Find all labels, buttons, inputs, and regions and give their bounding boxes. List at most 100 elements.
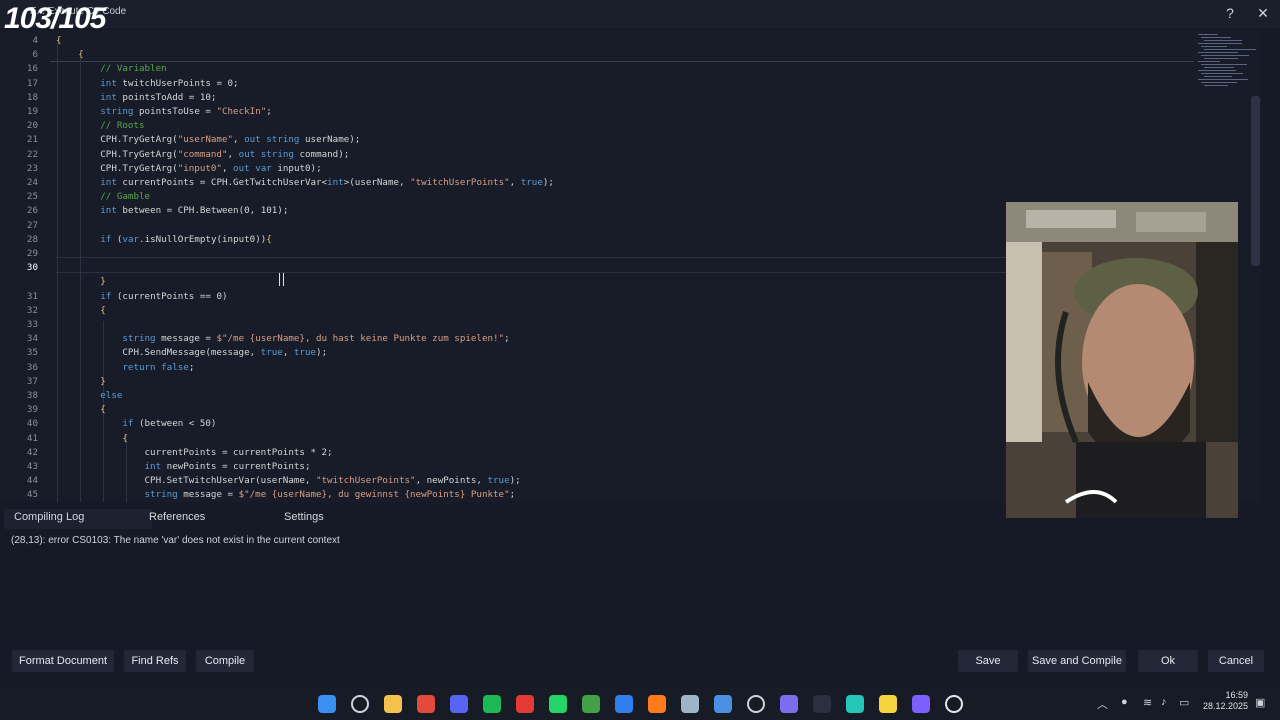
code-text: int between = CPH.Between(0, 101);: [100, 205, 289, 217]
minimap-line: [1204, 40, 1242, 41]
tab-settings[interactable]: Settings: [284, 509, 324, 529]
line-number: 25: [26, 191, 38, 203]
ok-button[interactable]: Ok: [1138, 650, 1198, 672]
minimap-line: [1204, 58, 1238, 59]
windows-start-icon[interactable]: [318, 695, 336, 713]
minimap[interactable]: [1190, 30, 1256, 90]
line-number: 27: [26, 219, 38, 231]
vertical-scrollbar[interactable]: [1251, 96, 1260, 266]
close-button[interactable]: ✕: [1253, 4, 1273, 22]
clock-time: 16:59: [1225, 690, 1248, 700]
line-number: 33: [26, 319, 38, 330]
code-text: string pointsToUse = "CheckIn";: [100, 106, 272, 117]
compile-button[interactable]: Compile: [196, 650, 254, 672]
app-green-icon[interactable]: [582, 695, 600, 713]
system-clock[interactable]: 16:59 28.12.2025: [1196, 690, 1248, 712]
code-line[interactable]: 23 CPH.TryGetArg("input0", out var input…: [0, 162, 1240, 176]
microphone-icon[interactable]: ●: [1121, 696, 1128, 708]
code-line[interactable]: 6 {: [0, 48, 1240, 62]
minimap-line: [1198, 70, 1236, 71]
app-purple-icon[interactable]: [912, 695, 930, 713]
tab-compiling-log[interactable]: Compiling Log: [4, 509, 152, 529]
app-dark-icon[interactable]: [813, 695, 831, 713]
line-number: 19: [26, 106, 38, 117]
steam-icon[interactable]: [681, 695, 699, 713]
whatsapp-icon[interactable]: [549, 695, 567, 713]
save-button[interactable]: Save: [958, 650, 1018, 672]
code-text: currentPoints = currentPoints * 2;: [56, 446, 333, 458]
line-number: 38: [26, 390, 38, 401]
spotify-icon[interactable]: [483, 695, 501, 713]
action-bar: Format Document Find Refs Compile Save S…: [0, 646, 1280, 678]
code-line[interactable]: 4{: [0, 34, 1240, 48]
code-line[interactable]: 16 // Variablen: [0, 62, 1240, 76]
streamer-bot-icon[interactable]: [780, 695, 798, 713]
code-line[interactable]: 19 string pointsToUse = "CheckIn";: [0, 105, 1240, 119]
app-blue-icon[interactable]: [714, 695, 732, 713]
obs-icon[interactable]: [747, 695, 765, 713]
code-text: {: [78, 49, 84, 61]
line-number: 41: [26, 432, 38, 444]
wifi-icon[interactable]: ≋: [1143, 696, 1152, 709]
tab-references[interactable]: References: [149, 509, 205, 529]
app-teal-icon[interactable]: [846, 695, 864, 713]
minimap-line: [1204, 67, 1234, 68]
line-number: 36: [26, 361, 38, 373]
compile-error-message: (28,13): error CS0103: The name 'var' do…: [11, 535, 340, 546]
save-and-compile-button[interactable]: Save and Compile: [1028, 650, 1126, 672]
minimap-line: [1198, 34, 1218, 35]
app-red-icon[interactable]: [516, 695, 534, 713]
code-line[interactable]: 24 int currentPoints = CPH.GetTwitchUser…: [0, 176, 1240, 190]
sticky-notes-icon[interactable]: [879, 695, 897, 713]
code-text: // Variablen: [100, 63, 167, 75]
line-number: 30: [26, 262, 38, 274]
line-number: 34: [26, 333, 38, 345]
file-explorer-icon[interactable]: [384, 695, 402, 713]
vscode-icon[interactable]: [615, 695, 633, 713]
line-number: 26: [26, 205, 38, 217]
code-text: CPH.TryGetArg("input0", out var input0);: [56, 162, 322, 174]
format-document-button[interactable]: Format Document: [12, 650, 114, 672]
chrome-icon[interactable]: [417, 695, 435, 713]
line-number: 23: [26, 162, 38, 174]
line-number: 44: [26, 475, 38, 487]
code-text: }: [100, 276, 106, 288]
code-text: int twitchUserPoints = 0;: [100, 77, 239, 89]
battery-icon[interactable]: ▭: [1179, 696, 1189, 709]
search-icon[interactable]: [351, 695, 369, 713]
notification-icon[interactable]: ▣: [1255, 696, 1265, 709]
code-line[interactable]: 21 CPH.TryGetArg("userName", out string …: [0, 133, 1240, 147]
code-text: if (currentPoints == 0): [100, 290, 228, 302]
code-text: CPH.TryGetArg("userName", out string use…: [56, 134, 361, 146]
code-text: {: [100, 304, 106, 316]
taskbar: ︿ ● ≋ ♪ ▭ 16:59 28.12.2025 ▣: [0, 686, 1280, 720]
code-line[interactable]: 22 CPH.TryGetArg("command", out string c…: [0, 148, 1240, 162]
code-text: return false;: [122, 361, 195, 373]
app-orange-icon[interactable]: [648, 695, 666, 713]
line-number: 17: [26, 77, 38, 89]
code-text: CPH.SetTwitchUserVar(userName, "twitchUs…: [56, 475, 521, 487]
discord-icon[interactable]: [450, 695, 468, 713]
line-number: 6: [32, 49, 38, 61]
chatgpt-icon[interactable]: [945, 695, 963, 713]
line-number: 43: [26, 461, 38, 472]
code-line[interactable]: 17 int twitchUserPoints = 0;: [0, 77, 1240, 91]
find-refs-button[interactable]: Find Refs: [124, 650, 186, 672]
line-number: 45: [26, 489, 38, 501]
tray-chevron-icon[interactable]: ︿: [1097, 696, 1108, 712]
code-text: CPH.SendMessage(message, true, true);: [56, 347, 328, 359]
code-text: {: [100, 404, 106, 416]
code-text: // Roots: [100, 120, 145, 132]
line-number: 42: [26, 446, 38, 458]
minimap-line: [1201, 55, 1249, 56]
code-line[interactable]: 18 int pointsToAdd = 10;: [0, 91, 1240, 105]
help-button[interactable]: ?: [1220, 4, 1240, 22]
code-text: if (between < 50): [122, 418, 217, 430]
cancel-button[interactable]: Cancel: [1208, 650, 1264, 672]
minimap-line: [1201, 37, 1231, 38]
volume-icon[interactable]: ♪: [1161, 696, 1167, 708]
line-number: 28: [26, 233, 38, 245]
minimap-line: [1204, 76, 1232, 77]
title-bar: E... Execute C# Code 103/105 ? ✕: [0, 0, 1280, 35]
code-line[interactable]: 20 // Roots: [0, 119, 1240, 133]
